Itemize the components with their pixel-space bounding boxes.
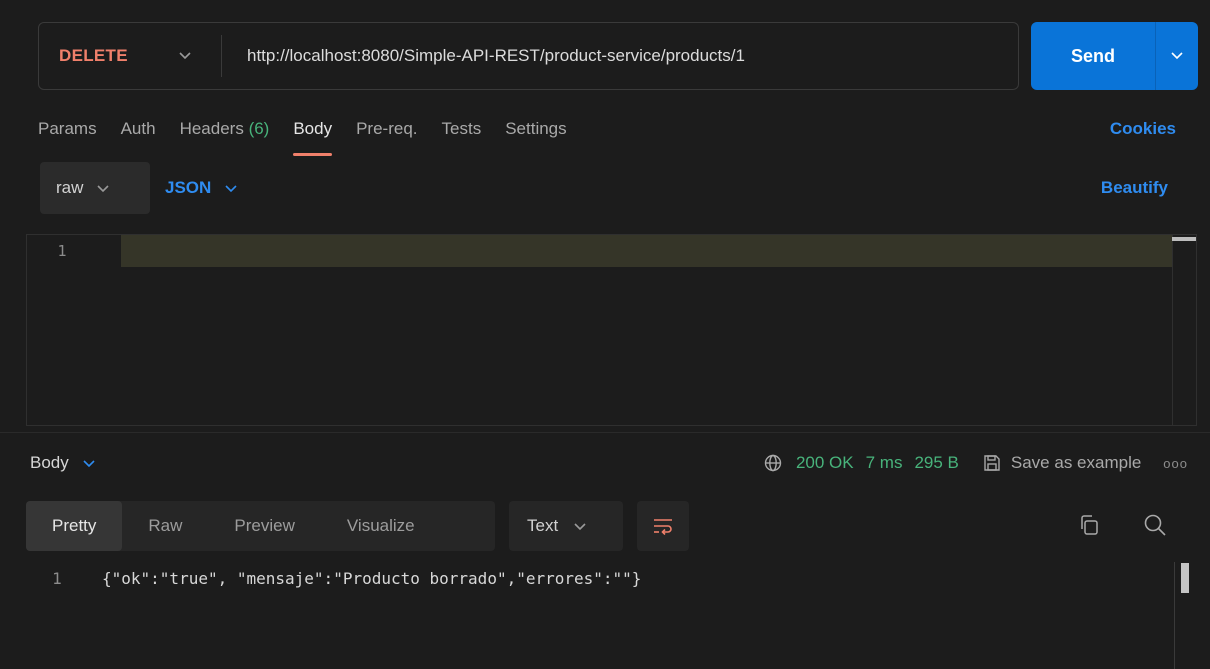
line-number: 1 [52,568,62,588]
body-mode-select[interactable]: raw [40,162,150,214]
response-format-select[interactable]: Text [509,501,623,551]
send-options-chevron-icon[interactable] [1156,22,1198,90]
globe-icon[interactable] [764,454,782,472]
wrap-lines-icon [654,519,672,535]
chevron-down-icon[interactable] [179,23,191,89]
tab-preview[interactable]: Preview [208,501,320,551]
pane-divider[interactable] [0,432,1210,433]
editor-scroll-thumb[interactable] [1172,237,1196,241]
save-icon [984,455,1000,471]
tab-tests[interactable]: Tests [442,116,482,144]
tab-visualize[interactable]: Visualize [321,501,441,551]
response-section-label: Body [30,453,69,472]
response-format-label: Text [527,516,559,535]
tab-label: Auth [120,119,156,138]
body-format-select[interactable]: JSON [165,162,237,214]
editor-active-line[interactable] [121,235,1172,267]
wrap-lines-button[interactable] [637,501,689,551]
response-size[interactable]: 295 B [914,453,958,473]
tab-label: Params [38,119,97,138]
response-scroll-thumb[interactable] [1181,563,1189,593]
beautify-button[interactable]: Beautify [1101,162,1168,214]
tab-params[interactable]: Params [38,116,97,144]
tab-auth[interactable]: Auth [121,116,156,144]
save-as-example-button[interactable]: Save as example [983,453,1141,473]
tab-raw[interactable]: Raw [122,501,208,551]
url-input[interactable]: http://localhost:8080/Simple-API-REST/pr… [247,23,745,89]
chevron-down-icon [574,516,586,536]
tab-headers[interactable]: Headers (6) [180,116,270,144]
body-format-label: JSON [165,178,212,197]
chevron-down-icon [225,178,237,198]
editor-scrollbar[interactable] [1172,235,1196,425]
chevron-down-icon [83,453,95,473]
send-button-label[interactable]: Send [1031,22,1155,90]
url-box: DELETE http://localhost:8080/Simple-API-… [38,22,1019,90]
request-bar: DELETE http://localhost:8080/Simple-API-… [38,22,1198,90]
request-tabs: Params Auth Headers (6) Body Pre-req. Te… [38,116,591,156]
tab-label: Pre-req. [356,119,418,138]
tab-pre-request[interactable]: Pre-req. [356,116,417,144]
response-scrollbar-track[interactable] [1174,562,1175,669]
divider [221,35,222,77]
headers-count: (6) [248,119,270,138]
tab-settings[interactable]: Settings [505,116,566,144]
tab-label: Tests [441,119,482,138]
response-time[interactable]: 7 ms [866,453,903,473]
response-section-select[interactable]: Body [30,448,95,478]
search-icon[interactable] [1143,513,1167,542]
cookies-link[interactable]: Cookies [1110,116,1176,142]
response-body-line[interactable]: 1 {"ok":"true", "mensaje":"Producto borr… [26,562,641,594]
chevron-down-icon [97,178,109,198]
status-badge[interactable]: 200 OK [796,453,854,473]
tab-label: Headers [179,119,244,138]
request-body-editor[interactable]: 1 [26,234,1197,426]
save-as-example-label: Save as example [1010,453,1142,472]
tab-label: Settings [505,119,567,138]
body-mode-label: raw [56,178,84,197]
tab-body[interactable]: Body [293,116,333,156]
more-options-icon[interactable]: ooo [1163,456,1188,471]
line-number: 1 [57,242,67,260]
send-button[interactable]: Send [1031,22,1198,90]
response-view-tabs: Pretty Raw Preview Visualize [26,501,495,551]
response-meta: 200 OK 7 ms 295 B Save as example ooo [764,448,1188,478]
tab-pretty[interactable]: Pretty [26,501,123,551]
response-body-text[interactable]: {"ok":"true", "mensaje":"Producto borrad… [102,569,641,588]
method-select[interactable]: DELETE [59,23,128,89]
tab-label: Body [293,119,333,138]
copy-icon[interactable] [1078,514,1100,541]
